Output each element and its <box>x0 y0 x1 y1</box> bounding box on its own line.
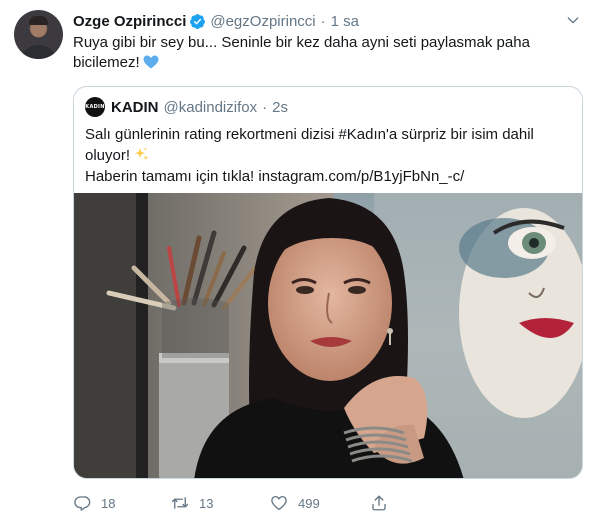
avatar[interactable] <box>14 10 63 59</box>
like-button[interactable]: 499 <box>270 494 320 512</box>
quoted-avatar: KADIN <box>85 97 105 117</box>
like-count: 499 <box>298 495 320 511</box>
display-name[interactable]: Ozge Ozpirincci <box>73 13 186 30</box>
share-button[interactable] <box>370 494 388 512</box>
share-icon <box>372 495 386 511</box>
separator-dot: · <box>320 12 326 30</box>
retweet-count: 13 <box>199 495 214 511</box>
reply-button[interactable]: 18 <box>73 494 115 512</box>
quoted-display-name: KADIN <box>111 98 159 116</box>
retweet-icon <box>171 497 189 509</box>
heart-icon <box>271 495 287 511</box>
verified-badge-icon <box>189 13 206 30</box>
quoted-separator-dot: · <box>262 98 268 116</box>
quoted-handle: @kadindizifox <box>163 98 258 116</box>
quoted-tweet-header: KADIN KADIN @kadindizifox · 2s <box>85 96 288 118</box>
sparkles-emoji-icon <box>133 146 150 163</box>
quoted-tweet-text: Salı günlerinin rating rekortmeni dizisi… <box>85 124 575 187</box>
reply-icon <box>74 496 91 511</box>
tweet-body: Ruya gibi bir sey bu... Seninle bir kez … <box>73 34 530 71</box>
retweet-button[interactable]: 13 <box>171 494 213 512</box>
quoted-line-2: Haberin tamamı için tıkla! instagram.com… <box>85 168 465 185</box>
timestamp[interactable]: 1 sa <box>331 13 359 30</box>
chevron-down-icon[interactable] <box>565 12 581 28</box>
quoted-timestamp: 2s <box>272 98 288 116</box>
quoted-tweet-image[interactable] <box>74 193 582 478</box>
reply-count: 18 <box>101 495 116 511</box>
blue-heart-emoji-icon <box>143 55 159 69</box>
portrait-photo <box>74 193 582 478</box>
tweet-header: Ozge Ozpirincci @egzOzpirincci · 1 sa <box>73 10 359 32</box>
tweet[interactable]: Ozge Ozpirincci @egzOzpirincci · 1 sa Ru… <box>0 0 599 519</box>
quoted-tweet-card[interactable]: KADIN KADIN @kadindizifox · 2s Salı günl… <box>73 86 583 479</box>
quoted-line-1: Salı günlerinin rating rekortmeni dizisi… <box>85 126 534 164</box>
tweet-text: Ruya gibi bir sey bu... Seninle bir kez … <box>73 33 573 73</box>
handle[interactable]: @egzOzpirincci <box>210 13 315 30</box>
